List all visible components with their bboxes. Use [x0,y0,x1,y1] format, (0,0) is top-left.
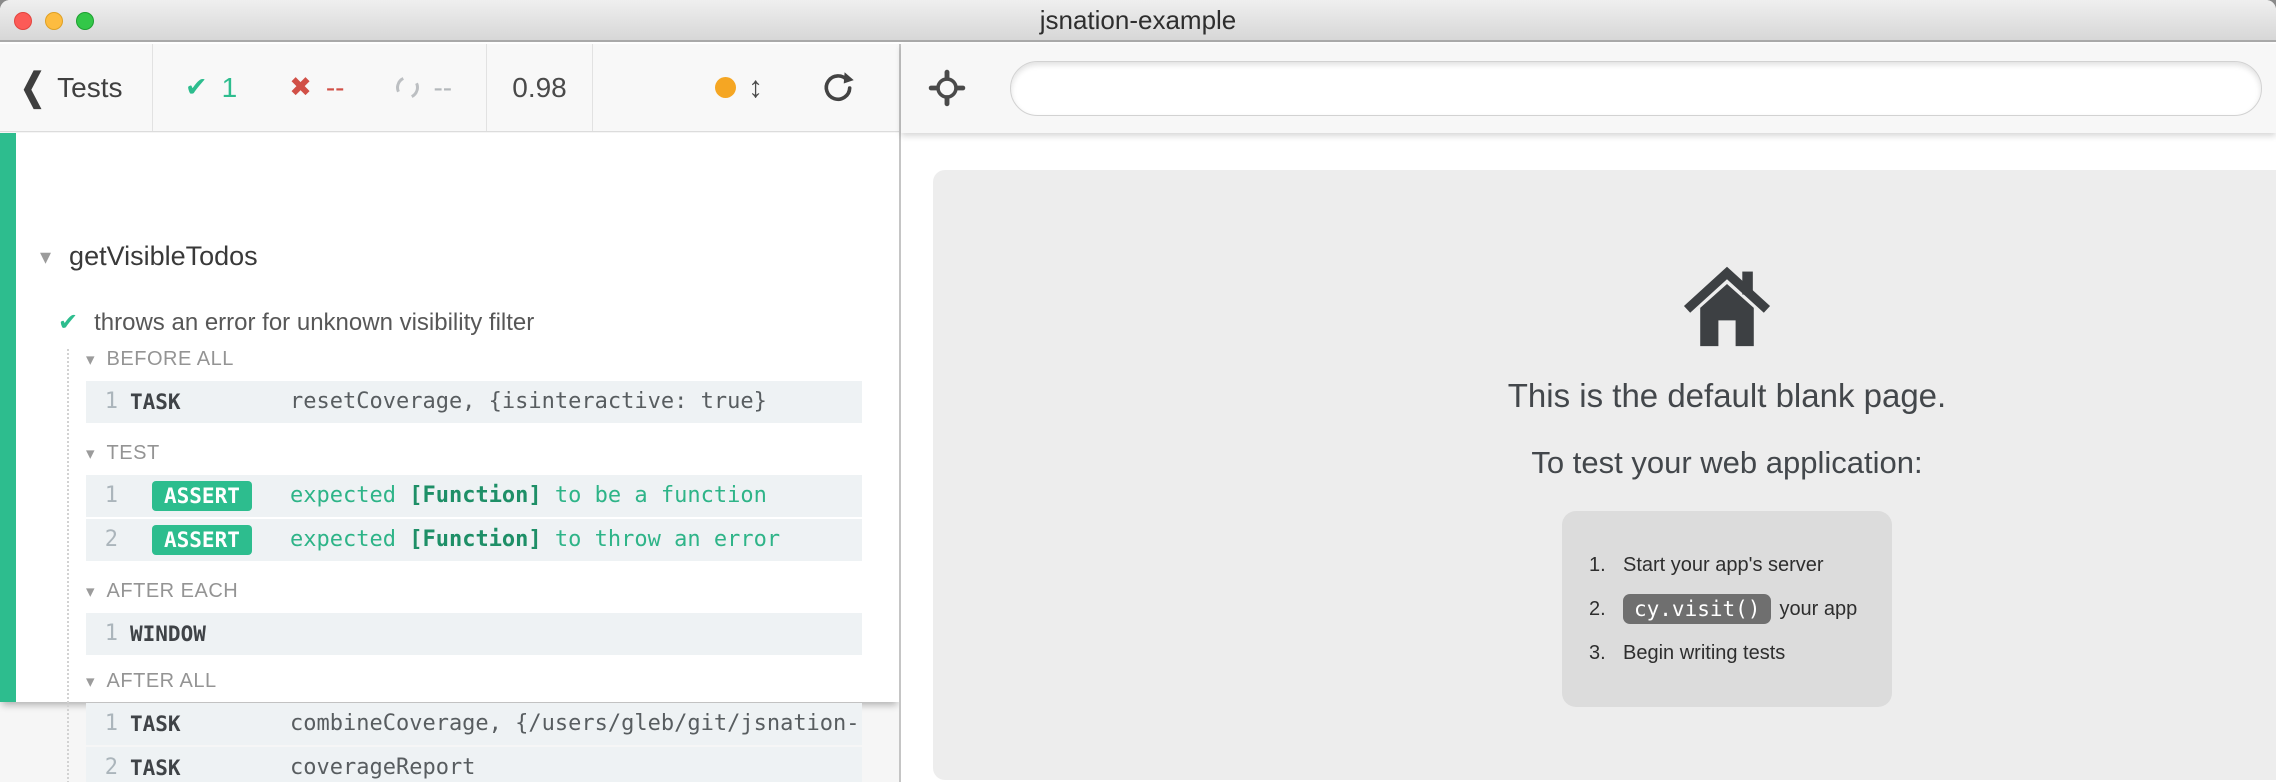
pending-stat: -- [396,72,452,104]
hook-name: BEFORE ALL [107,348,234,371]
caret-down-icon: ▾ [86,583,95,600]
autoscroll-toggle[interactable]: ↕ [715,44,763,131]
hook-name: TEST [107,442,160,465]
test-row[interactable]: ✔ throws an error for unknown visibility… [58,309,534,337]
pending-icon [393,73,422,102]
command-number: 2 [92,519,118,561]
test-passed-icon: ✔ [58,311,78,335]
command-number: 1 [92,475,118,517]
back-to-tests-button[interactable]: ❮ Tests [20,44,123,131]
step-text: Begin writing tests [1623,642,1785,665]
window-title: jsnation-example [0,0,2276,40]
chevron-left-icon: ❮ [20,69,45,107]
restart-tests-button[interactable] [821,44,855,131]
crosshair-icon [928,69,966,107]
command-method: TASK [130,747,181,782]
instruction-item: 3. Begin writing tests [1589,631,1872,675]
spec-log-card: ▾ getVisibleTodos ✔ throws an error for … [0,133,899,702]
pending-count: -- [433,72,452,104]
command-method: WINDOW [130,613,206,655]
command-row[interactable]: 2 TASK coverageReport [86,747,862,782]
failed-count: -- [326,72,345,104]
command-number: 1 [92,703,118,745]
aut-header [901,44,2276,133]
reporter-panel: ❮ Tests ✔ 1 ✖ -- -- [0,44,899,782]
step-number: 2. [1589,598,1623,621]
autoscroll-dot-icon [715,77,736,98]
command-method: TASK [130,381,181,423]
test-title: throws an error for unknown visibility f… [94,309,534,337]
command-row[interactable]: 1 TASK combineCoverage, {/users/gleb/git… [86,703,862,745]
assert-subject: [Function] [409,527,541,552]
hook-name: AFTER ALL [107,670,217,693]
failed-stat: ✖ -- [289,72,344,104]
updown-arrow-icon: ↕ [748,71,763,105]
command-number: 1 [92,613,118,655]
caret-down-icon: ▾ [86,351,95,368]
main-area: ❮ Tests ✔ 1 ✖ -- -- [0,44,2276,782]
command-row[interactable]: 1 WINDOW [86,613,862,655]
hook-header-after-each[interactable]: ▾ AFTER EACH [86,579,862,603]
aut-panel: This is the default blank page. To test … [901,44,2276,782]
command-row[interactable]: 1 ASSERT expected [Function] to be a fun… [86,475,862,517]
reporter-toolbar: ❮ Tests ✔ 1 ✖ -- -- [0,44,899,132]
assert-subject: [Function] [409,483,541,508]
hook-name: AFTER EACH [107,580,239,603]
passed-icon: ✔ [185,74,208,101]
assert-prefix: expected [290,483,409,508]
caret-down-icon: ▾ [86,445,95,462]
selector-playground-button[interactable] [927,69,967,109]
back-to-tests-label: Tests [57,72,122,104]
code-badge: cy.visit() [1623,594,1771,624]
command-message: expected [Function] to be a function [290,475,856,517]
hook-header-before-all[interactable]: ▾ BEFORE ALL [86,347,862,371]
command-message: expected [Function] to throw an error [290,519,856,561]
blank-page-heading: This is the default blank page. [1317,377,2137,415]
command-message: coverageReport [290,747,856,782]
aut-frame: This is the default blank page. To test … [933,170,2276,780]
command-message: combineCoverage, {/users/gleb/git/jsnati… [290,703,856,745]
hook-header-test[interactable]: ▾ TEST [86,441,862,465]
hook-header-after-all[interactable]: ▾ AFTER ALL [86,669,862,693]
url-input[interactable] [1010,61,2262,116]
assert-badge: ASSERT [152,525,252,555]
step-text: Start your app's server [1623,554,1824,577]
blank-page-subheading: To test your web application: [1317,445,2137,481]
instructions-box: 1. Start your app's server 2. cy.visit()… [1562,511,1892,707]
duration-value: 0.98 [512,72,567,104]
assert-prefix: expected [290,527,409,552]
command-row[interactable]: 1 TASK resetCoverage, {isinteractive: tr… [86,381,862,423]
assert-suffix: to be a function [542,483,767,508]
run-status-strip [0,133,16,702]
passed-stat: ✔ 1 [185,72,237,104]
instruction-item: 2. cy.visit() your app [1589,587,1872,631]
home-icon [1679,262,1775,350]
blank-page: This is the default blank page. To test … [1317,170,2137,707]
hooks-list: ▾ BEFORE ALL 1 TASK resetCoverage, {isin… [86,347,862,782]
suite-title: getVisibleTodos [69,241,258,272]
command-method: TASK [130,703,181,745]
failed-icon: ✖ [289,74,312,101]
command-message: resetCoverage, {isinteractive: true} [290,381,856,423]
caret-down-icon: ▾ [40,246,51,268]
passed-count: 1 [222,72,238,104]
app-window: jsnation-example ❮ Tests ✔ 1 ✖ [0,0,2276,782]
refresh-icon [821,71,855,105]
step-number: 1. [1589,554,1623,577]
assert-suffix: to throw an error [542,527,780,552]
command-row[interactable]: 2 ASSERT expected [Function] to throw an… [86,519,862,561]
window-titlebar: jsnation-example [0,0,2276,42]
instruction-item: 1. Start your app's server [1589,543,1872,587]
suite-header[interactable]: ▾ getVisibleTodos [40,241,258,272]
command-number: 1 [92,381,118,423]
step-text: your app [1779,598,1857,621]
hook-indent-line [67,349,69,782]
assert-badge: ASSERT [152,481,252,511]
command-number: 2 [92,747,118,782]
step-number: 3. [1589,642,1623,665]
caret-down-icon: ▾ [86,673,95,690]
